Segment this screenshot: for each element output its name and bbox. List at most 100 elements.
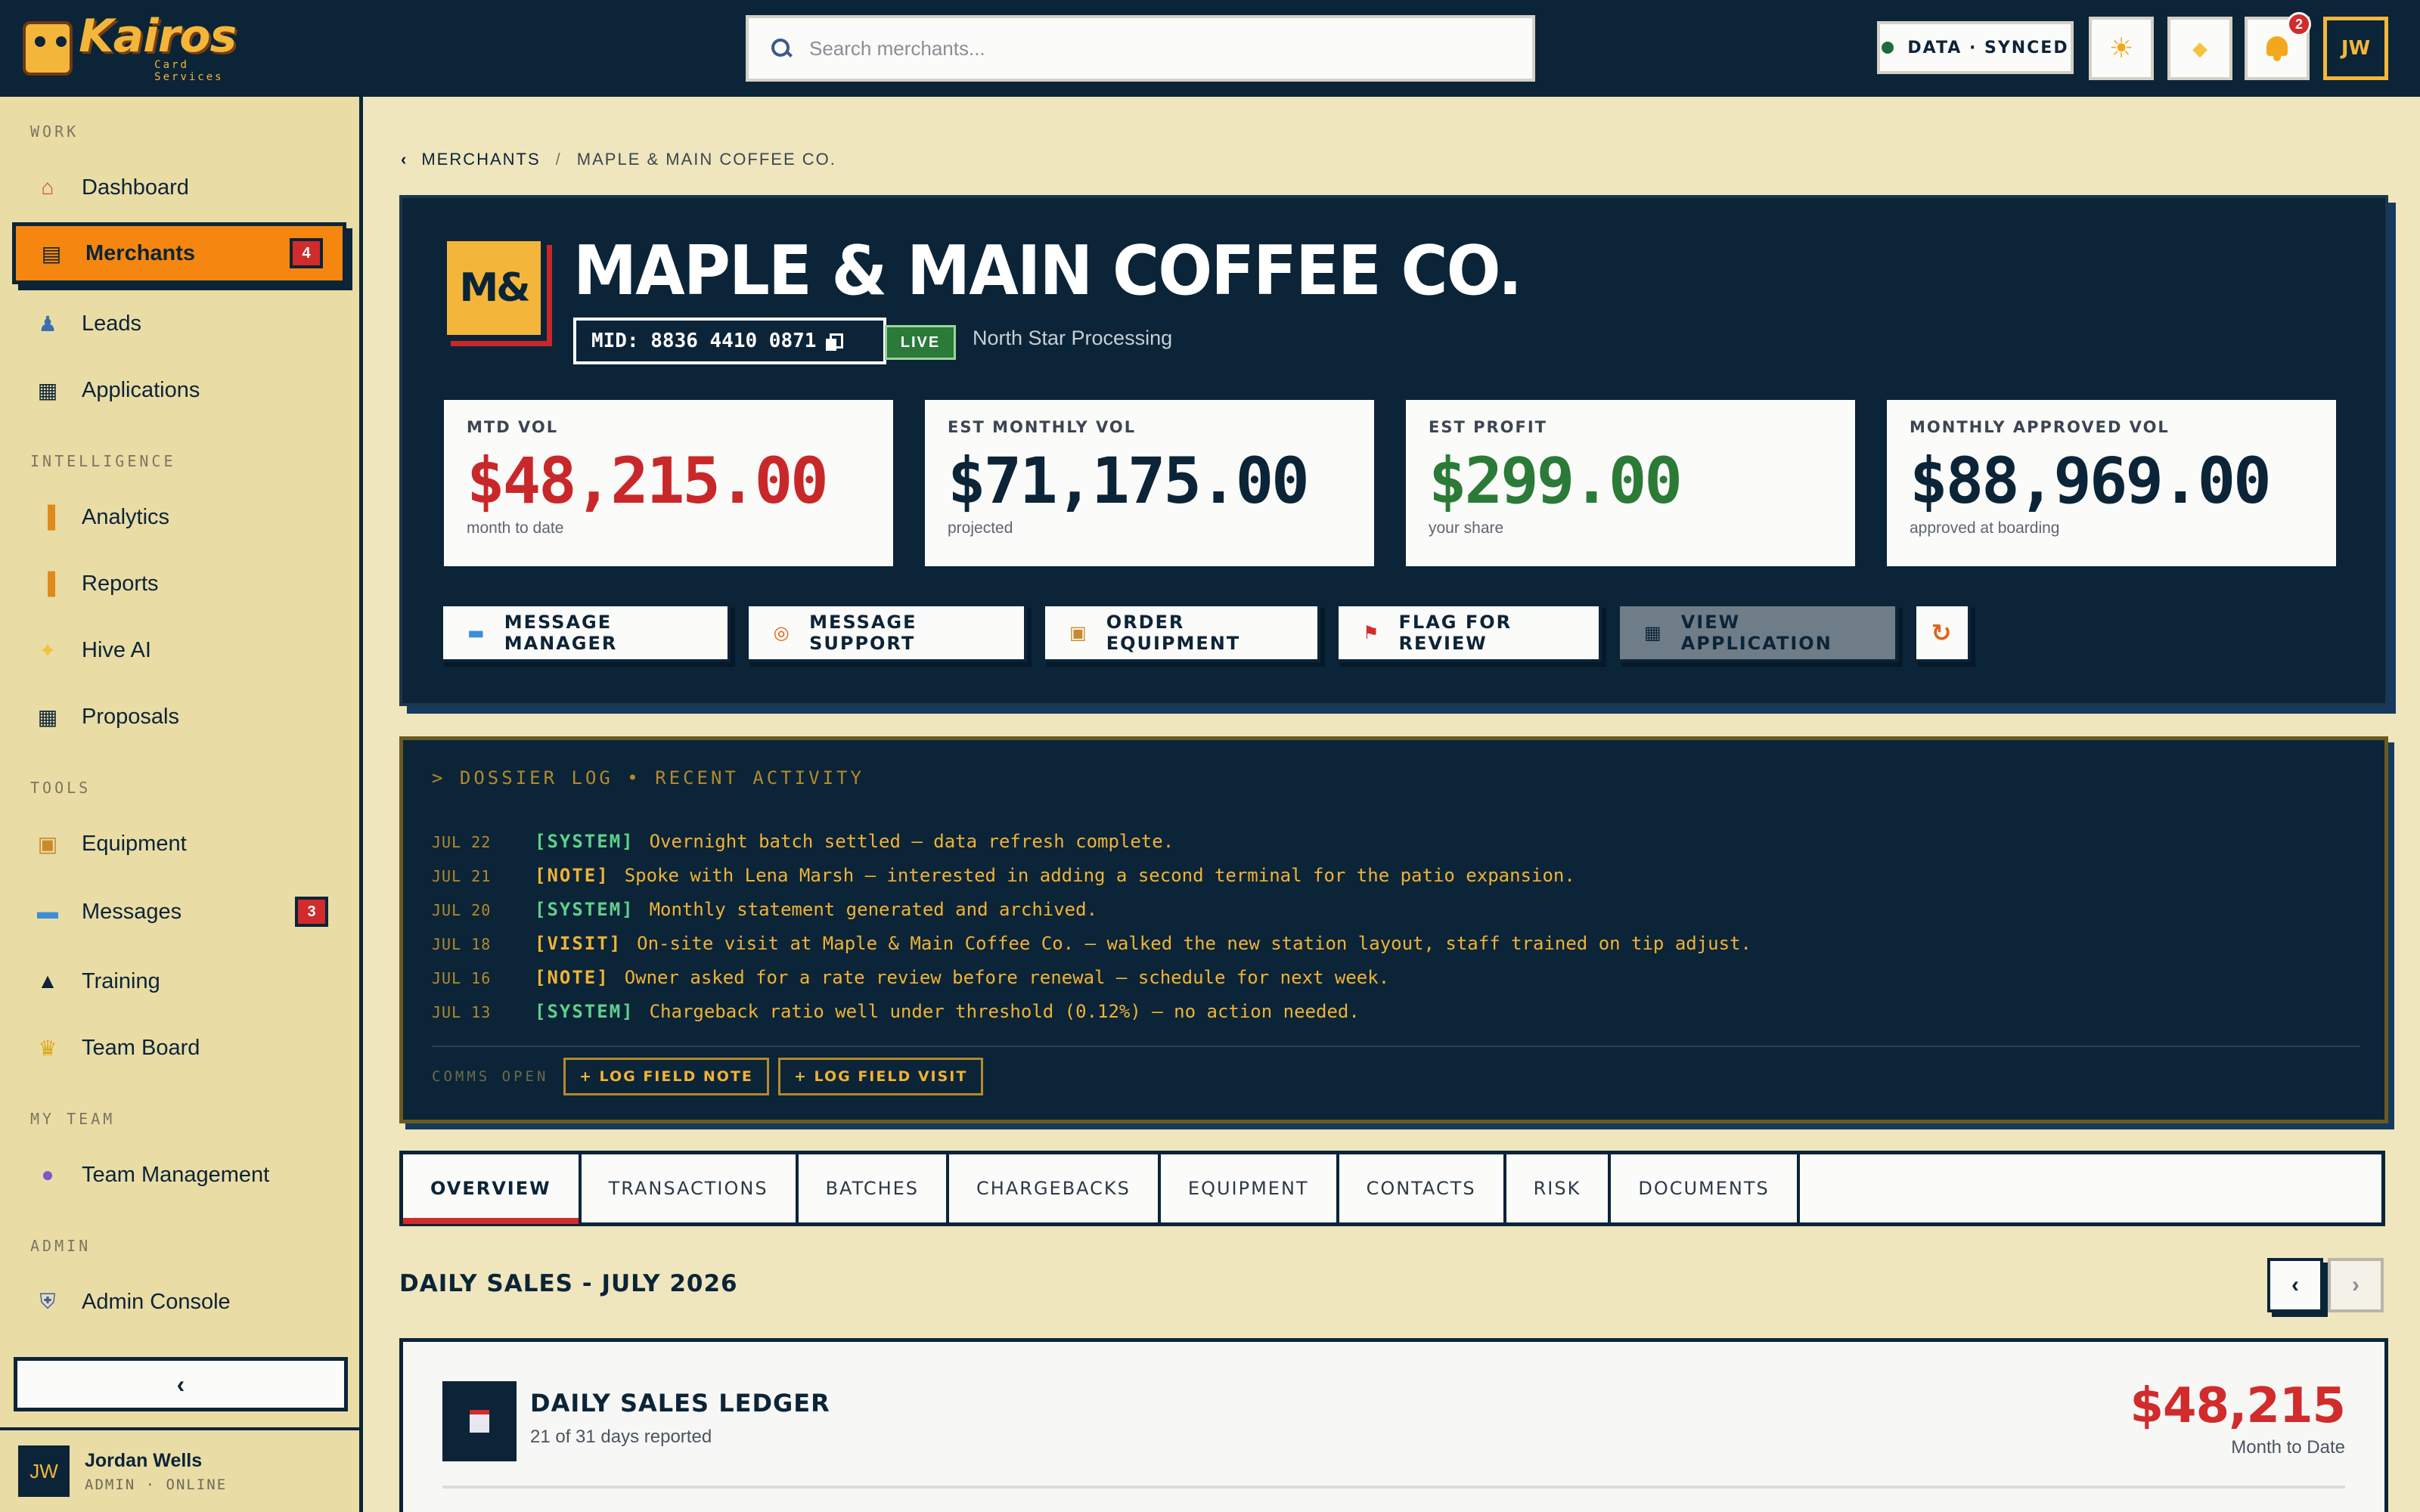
kpi-value: $299.00 bbox=[1429, 444, 1683, 518]
tab-risk[interactable]: RISK bbox=[1506, 1154, 1612, 1222]
log-tag: [NOTE] bbox=[535, 967, 610, 988]
tab-batches[interactable]: BATCHES bbox=[799, 1154, 950, 1222]
order-equipment-button[interactable]: ▣ ORDER EQUIPMENT bbox=[1042, 603, 1320, 662]
document-icon: ▦ bbox=[1644, 622, 1663, 643]
user-circle-icon: ● bbox=[41, 1163, 54, 1186]
log-date: JUL 13 bbox=[432, 1003, 492, 1021]
search-input[interactable] bbox=[809, 36, 1490, 60]
ai-assistant-button[interactable]: ◆ bbox=[2167, 17, 2232, 80]
user-role: ADMIN · ONLINE bbox=[85, 1476, 228, 1493]
message-manager-button[interactable]: ▬ MESSAGE MANAGER bbox=[440, 603, 731, 662]
processor-name: North Star Processing bbox=[973, 327, 1173, 349]
tab-equipment[interactable]: EQUIPMENT bbox=[1161, 1154, 1339, 1222]
merchant-name: MAPLE & MAIN COFFEE CO. bbox=[573, 231, 1522, 311]
sidebar-item-merchants[interactable]: ▤ Merchants 4 bbox=[12, 222, 346, 284]
kpi-label: EST MONTHLY VOL bbox=[948, 418, 1137, 436]
kpi-label: MTD VOL bbox=[467, 418, 559, 436]
sidebar-item-label: Applications bbox=[82, 377, 200, 402]
current-user[interactable]: JW Jordan Wells ADMIN · ONLINE bbox=[0, 1427, 359, 1512]
box-icon: ▣ bbox=[1069, 622, 1088, 643]
collapse-sidebar-button[interactable]: ‹ bbox=[14, 1357, 348, 1411]
app-tagline: Card Services bbox=[154, 59, 224, 83]
sidebar-item-reports[interactable]: ▐ Reports bbox=[12, 552, 348, 615]
sparkle-icon: ◆ bbox=[2192, 36, 2207, 60]
log-text: Chargeback ratio well under threshold (0… bbox=[649, 1001, 1360, 1022]
breadcrumb: ‹ MERCHANTS / MAPLE & MAIN COFFEE CO. bbox=[401, 150, 836, 169]
next-month-button[interactable]: › bbox=[2328, 1258, 2384, 1312]
user-avatar-button[interactable]: JW bbox=[2323, 17, 2388, 80]
sidebar-item-team-board[interactable]: ♛ Team Board bbox=[12, 1016, 348, 1080]
section-label-intelligence: INTELLIGENCE bbox=[30, 452, 176, 470]
view-application-button[interactable]: ▦ VIEW APPLICATION bbox=[1617, 603, 1898, 662]
merchant-id-copy-button[interactable]: MID: 8836 4410 0871 bbox=[573, 318, 886, 364]
notifications-button[interactable]: 2 bbox=[2245, 12, 2311, 80]
sparkle-icon: ✦ bbox=[39, 638, 57, 662]
box-icon: ▣ bbox=[37, 832, 58, 856]
sidebar-item-label: Leads bbox=[82, 311, 142, 336]
message-support-button[interactable]: ◎ MESSAGE SUPPORT bbox=[746, 603, 1027, 662]
user-name: Jordan Wells bbox=[85, 1449, 203, 1471]
sidebar-item-training[interactable]: ▲ Training bbox=[12, 950, 348, 1013]
log-field-note-button[interactable]: + LOG FIELD NOTE bbox=[563, 1058, 769, 1095]
app-logo[interactable]: Kairos Card Services bbox=[23, 14, 250, 83]
theme-toggle-button[interactable]: ☀ bbox=[2089, 17, 2154, 80]
sidebar-item-team-management[interactable]: ● Team Management bbox=[12, 1143, 348, 1207]
refresh-button[interactable]: ↻ bbox=[1913, 603, 1971, 662]
merchant-monogram: M& bbox=[441, 235, 547, 341]
chevron-right-icon: › bbox=[2352, 1272, 2360, 1297]
tab-transactions[interactable]: TRANSACTIONS bbox=[582, 1154, 799, 1222]
search-icon bbox=[770, 37, 793, 60]
log-date: JUL 22 bbox=[432, 833, 492, 851]
sidebar-item-label: Team Management bbox=[82, 1162, 270, 1187]
month-to-date-total: $48,215 bbox=[2130, 1378, 2346, 1434]
document-icon: ▦ bbox=[37, 705, 58, 729]
sidebar-item-hive-ai[interactable]: ✦ Hive AI bbox=[12, 618, 348, 682]
status-dot-icon bbox=[1882, 42, 1894, 54]
kpi-sub: approved at boarding bbox=[1910, 519, 2060, 537]
sidebar-item-analytics[interactable]: ▐ Analytics bbox=[12, 485, 348, 549]
search-bar[interactable] bbox=[746, 15, 1535, 82]
flag-for-review-button[interactable]: ⚑ FLAG FOR REVIEW bbox=[1336, 603, 1602, 662]
chevron-left-icon: ‹ bbox=[176, 1370, 185, 1398]
log-text: Owner asked for a rate review before ren… bbox=[624, 967, 1390, 988]
kpi-label: EST PROFIT bbox=[1429, 418, 1548, 436]
dossier-header: > DOSSIER LOG • RECENT ACTIVITY bbox=[432, 767, 864, 789]
sidebar-item-equipment[interactable]: ▣ Equipment bbox=[12, 812, 348, 875]
kpi-card-est-profit: EST PROFIT $299.00 your share bbox=[1402, 396, 1859, 570]
sidebar-item-label: Reports bbox=[82, 571, 159, 596]
comms-status: COMMS OPEN bbox=[432, 1068, 549, 1085]
merchant-tabs: OVERVIEW TRANSACTIONS BATCHES CHARGEBACK… bbox=[399, 1151, 2385, 1226]
sidebar-item-dashboard[interactable]: ⌂ Dashboard bbox=[12, 156, 348, 219]
chevron-left-icon: ‹ bbox=[2291, 1272, 2299, 1297]
flag-icon: ⚑ bbox=[1363, 622, 1381, 643]
log-entry: JUL 13 [SYSTEM] Chargeback ratio well un… bbox=[432, 1001, 1360, 1022]
kpi-card-mtd-vol: MTD VOL $48,215.00 month to date bbox=[440, 396, 897, 570]
tab-documents[interactable]: DOCUMENTS bbox=[1611, 1154, 1800, 1222]
kpi-value: $71,175.00 bbox=[948, 444, 1310, 518]
sidebar-item-leads[interactable]: ♟ Leads bbox=[12, 292, 348, 355]
trophy-icon: ♛ bbox=[38, 1036, 57, 1060]
log-field-visit-button[interactable]: + LOG FIELD VISIT bbox=[778, 1058, 984, 1095]
sidebar-item-applications[interactable]: ▦ Applications bbox=[12, 358, 348, 422]
chevron-left-icon: ‹ bbox=[401, 150, 408, 169]
sync-status-badge[interactable]: DATA · SYNCED bbox=[1877, 21, 2074, 74]
sidebar-item-label: Merchants bbox=[85, 240, 196, 265]
sidebar-item-messages[interactable]: ▬ Messages 3 bbox=[12, 880, 348, 943]
chat-icon: ▬ bbox=[37, 900, 58, 923]
notification-count-badge: 2 bbox=[2287, 12, 2311, 36]
ledger-icon bbox=[442, 1381, 517, 1461]
sidebar-item-admin-console[interactable]: ⛨ Admin Console bbox=[12, 1270, 348, 1334]
section-label-my-team: MY TEAM bbox=[30, 1110, 116, 1128]
person-icon: ♟ bbox=[38, 311, 57, 336]
log-tag: [SYSTEM] bbox=[535, 1001, 634, 1022]
sidebar-item-proposals[interactable]: ▦ Proposals bbox=[12, 685, 348, 748]
breadcrumb-merchants-link[interactable]: MERCHANTS bbox=[421, 150, 540, 169]
log-date: JUL 20 bbox=[432, 901, 492, 919]
divider bbox=[432, 1046, 2360, 1047]
tab-contacts[interactable]: CONTACTS bbox=[1339, 1154, 1506, 1222]
shield-icon: ⛨ bbox=[39, 1289, 56, 1313]
tab-chargebacks[interactable]: CHARGEBACKS bbox=[949, 1154, 1161, 1222]
tab-overview[interactable]: OVERVIEW bbox=[403, 1154, 582, 1224]
sidebar-item-label: Equipment bbox=[82, 831, 187, 856]
previous-month-button[interactable]: ‹ bbox=[2267, 1258, 2323, 1312]
